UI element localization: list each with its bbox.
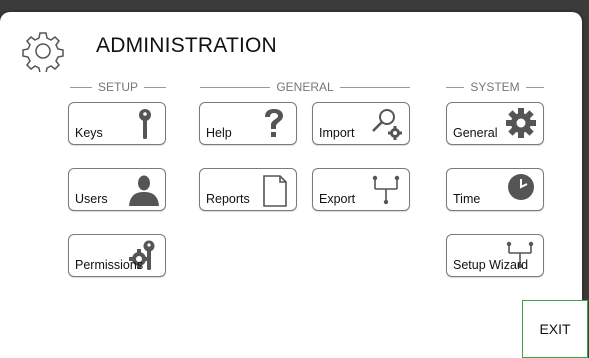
user-icon <box>129 175 159 206</box>
question-mark-icon <box>265 109 283 137</box>
setup-wizard-button[interactable]: Setup Wizard <box>446 234 544 277</box>
keys-button[interactable]: Keys <box>68 102 166 145</box>
section-setup-label: SETUP <box>98 80 139 94</box>
exit-button[interactable]: EXIT <box>522 300 588 358</box>
gear-outline-icon <box>22 32 64 72</box>
key-icon <box>139 109 151 139</box>
clock-icon <box>508 174 534 200</box>
reports-label: Reports <box>206 192 250 206</box>
permissions-label: Permissions <box>75 258 144 272</box>
section-general: GENERAL <box>200 79 411 95</box>
keys-label: Keys <box>75 126 103 140</box>
export-label: Export <box>319 192 356 206</box>
branch-icon <box>372 175 400 205</box>
admin-panel: ADMINISTRATION SETUP GENERAL SYSTEM Keys… <box>0 12 588 358</box>
gear-icon <box>506 108 536 138</box>
users-button[interactable]: Users <box>68 168 166 211</box>
page-title: ADMINISTRATION <box>96 34 277 57</box>
help-label: Help <box>206 126 232 140</box>
permissions-button[interactable]: Permissions <box>68 234 166 277</box>
export-button[interactable]: Export <box>312 168 410 211</box>
help-button[interactable]: Help <box>199 102 297 145</box>
time-label: Time <box>453 192 481 206</box>
document-icon <box>263 175 287 207</box>
section-setup: SETUP <box>70 79 167 95</box>
section-general-label: GENERAL <box>276 80 334 94</box>
import-label: Import <box>319 126 355 140</box>
setup-wizard-label: Setup Wizard <box>453 258 529 272</box>
general-label: General <box>453 126 498 140</box>
users-label: Users <box>75 192 108 206</box>
search-gear-icon <box>372 109 402 140</box>
section-system: SYSTEM <box>446 79 544 95</box>
import-button[interactable]: Import <box>312 102 410 145</box>
reports-button[interactable]: Reports <box>199 168 297 211</box>
general-button[interactable]: General <box>446 102 544 145</box>
section-system-label: SYSTEM <box>470 80 520 94</box>
time-button[interactable]: Time <box>446 168 544 211</box>
